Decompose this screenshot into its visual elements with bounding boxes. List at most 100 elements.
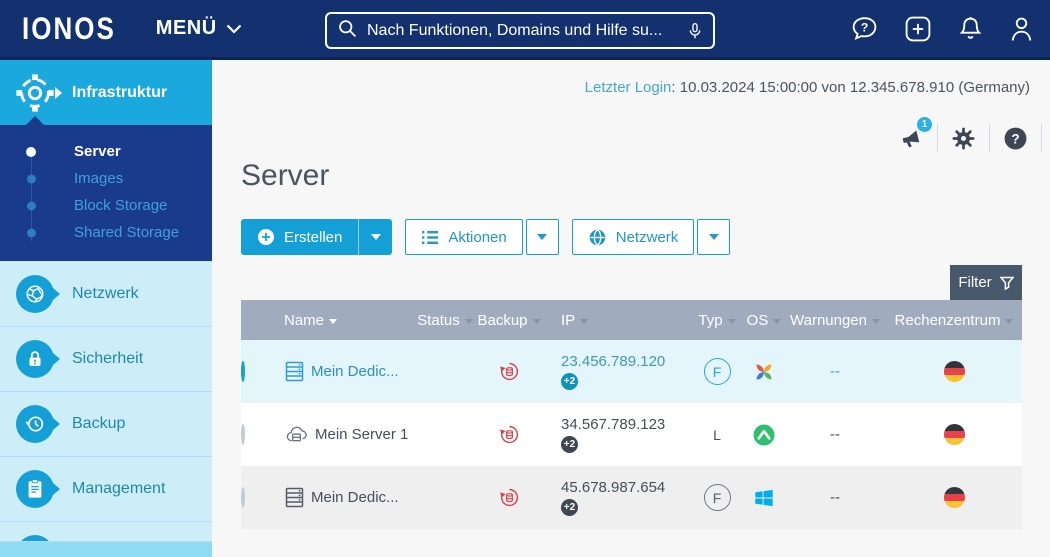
add-product-icon[interactable] <box>904 15 932 43</box>
actions-button[interactable]: Aktionen <box>405 219 523 255</box>
ionos-cloud-panel: IONOS MENÜ ? <box>0 0 1050 557</box>
network-split-button: Netzwerk <box>571 219 731 255</box>
column-header-typ[interactable]: Typ <box>691 312 743 329</box>
os-windows-icon <box>755 489 773 506</box>
column-header-name[interactable]: Name <box>281 312 413 329</box>
sidebar-subitem-shared-storage[interactable]: Shared Storage <box>0 219 212 246</box>
network-globe-icon <box>16 274 54 313</box>
last-login-value: : 10.03.2024 15:00:00 von 12.345.678.910… <box>671 79 1030 96</box>
notifications-bell-icon[interactable] <box>957 15 984 42</box>
sort-caret-icon <box>773 318 782 324</box>
os-linux-green-icon <box>753 424 775 445</box>
clipboard-icon <box>16 470 54 508</box>
subitem-label: Server <box>74 143 121 160</box>
ionos-logo[interactable]: IONOS <box>22 10 116 48</box>
network-button[interactable]: Netzwerk <box>571 219 695 255</box>
os-centos-icon <box>756 364 772 379</box>
column-header-warnungen[interactable]: Warnungen <box>785 312 885 329</box>
table-row[interactable]: Mein Dedic... 23.456.789.120 +2 F -- <box>241 340 1022 403</box>
last-login-info: Letzter Login: 10.03.2024 15:00:00 von 1… <box>585 79 1030 96</box>
row-radio[interactable] <box>241 486 245 508</box>
sidebar-bottom-strip <box>0 541 212 557</box>
sort-caret-icon <box>872 318 880 324</box>
server-name-cell: Mein Dedic... <box>281 361 413 382</box>
help-question-button[interactable]: ? <box>990 124 1042 152</box>
subitem-label: Block Storage <box>74 197 168 214</box>
additional-ips-badge[interactable]: +2 <box>561 436 578 453</box>
last-login-link[interactable]: Letzter Login <box>585 79 672 96</box>
infrastructure-icon <box>14 72 56 114</box>
actions-dropdown-caret[interactable] <box>525 219 559 255</box>
table-row[interactable]: Mein Dedic... 45.678.987.654 +2 F -- <box>241 466 1022 529</box>
server-name: Mein Server 1 <box>315 426 409 443</box>
filter-button[interactable]: Filter <box>950 265 1022 300</box>
bullet-dot <box>27 201 36 210</box>
sort-caret-icon <box>329 318 338 324</box>
backup-cell <box>477 361 541 382</box>
column-header-rechenzentrum[interactable]: Rechenzentrum <box>885 312 1023 329</box>
warnings-cell: -- <box>830 426 840 443</box>
bullet-dot <box>27 174 36 183</box>
additional-ips-badge[interactable]: +2 <box>561 499 578 516</box>
dedicated-server-icon <box>285 361 304 382</box>
cloud-server-icon <box>286 426 307 442</box>
datacenter-cell <box>885 486 1023 509</box>
sort-caret-icon <box>532 318 541 324</box>
sidebar: Infrastruktur Server Images Block Storag… <box>0 60 212 557</box>
os-cell <box>743 360 785 384</box>
row-radio-selected[interactable] <box>241 360 245 382</box>
germany-flag-icon <box>943 360 965 383</box>
sort-caret-icon <box>727 318 736 324</box>
column-header-backup[interactable]: Backup <box>477 312 541 329</box>
sidebar-item-netzwerk[interactable]: Netzwerk <box>0 261 212 326</box>
globe-icon <box>589 229 606 245</box>
backup-cell <box>477 487 541 508</box>
column-header-os[interactable]: OS <box>743 312 785 329</box>
settings-gear-button[interactable] <box>938 124 990 152</box>
create-button[interactable]: Erstellen <box>241 219 360 255</box>
infrastruktur-submenu: Server Images Block Storage Shared Stora… <box>0 116 212 261</box>
germany-flag-icon <box>943 486 965 509</box>
row-radio[interactable] <box>241 423 245 445</box>
subitem-label: Shared Storage <box>74 224 180 241</box>
sidebar-subitem-images[interactable]: Images <box>0 165 212 192</box>
additional-ips-badge[interactable]: +2 <box>561 373 578 390</box>
sidebar-subitem-server[interactable]: Server <box>0 138 212 165</box>
table-header: Name Status Backup IP Typ OS Warnungen R… <box>241 300 1022 340</box>
network-label: Netzwerk <box>615 228 679 246</box>
sidebar-subitem-block-storage[interactable]: Block Storage <box>0 192 212 219</box>
actions-split-button: Aktionen <box>405 219 559 255</box>
column-header-ip[interactable]: IP <box>541 312 691 329</box>
network-dropdown-caret[interactable] <box>697 219 731 255</box>
ip-cell: 45.678.987.654 +2 <box>541 479 691 516</box>
toolbar: Erstellen Aktionen Netzwerk <box>241 219 731 255</box>
subitem-label: Images <box>74 170 124 187</box>
create-dropdown-caret[interactable] <box>359 219 392 255</box>
sidebar-item-backup[interactable]: Backup <box>0 391 212 456</box>
chevron-down-icon <box>226 17 242 40</box>
table-row[interactable]: Mein Server 1 34.567.789.123 +2 L -- <box>241 403 1022 466</box>
microphone-icon[interactable] <box>687 20 703 42</box>
actions-label: Aktionen <box>448 228 507 246</box>
announcements-badge: 1 <box>917 117 932 132</box>
funnel-icon <box>999 276 1014 290</box>
topbar: IONOS MENÜ ? <box>0 0 1050 60</box>
server-name-cell: Mein Dedic... <box>281 487 413 508</box>
page-title: Server <box>241 159 330 192</box>
column-header-status[interactable]: Status <box>413 312 477 329</box>
sidebar-item-label: Backup <box>72 415 126 432</box>
germany-flag-icon <box>943 423 965 446</box>
sidebar-item-management[interactable]: Management <box>0 456 212 521</box>
help-chat-icon[interactable]: ? <box>850 15 879 42</box>
search-input[interactable] <box>367 21 678 40</box>
menu-button[interactable]: MENÜ <box>156 17 242 40</box>
server-name: Mein Dedic... <box>311 363 399 380</box>
create-split-button: Erstellen <box>241 219 393 255</box>
account-icon[interactable] <box>1009 15 1034 42</box>
ip-address: 34.567.789.123 <box>561 416 666 433</box>
sidebar-item-sicherheit[interactable]: Sicherheit <box>0 326 212 391</box>
announcements-button[interactable]: 1 <box>884 117 938 152</box>
search-box[interactable] <box>325 12 715 49</box>
svg-text:?: ? <box>861 20 869 34</box>
sort-caret-icon <box>580 318 589 324</box>
